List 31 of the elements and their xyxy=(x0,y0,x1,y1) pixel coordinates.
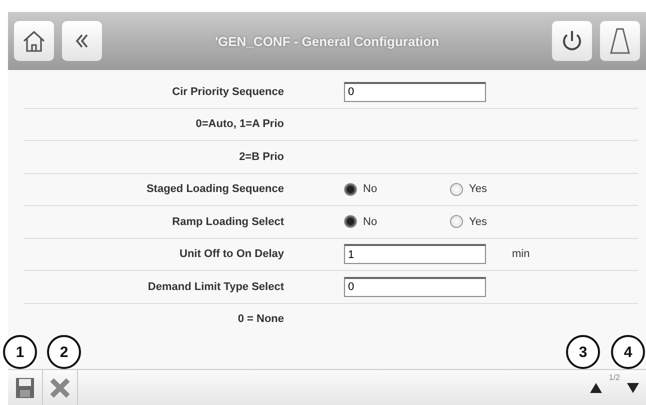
field-label: Staged Loading Sequence xyxy=(145,183,284,196)
input-field[interactable]: 0 xyxy=(344,82,486,102)
radio-button[interactable] xyxy=(450,182,463,196)
radio-label: No xyxy=(363,183,378,196)
power-icon xyxy=(560,29,584,53)
radio-button[interactable] xyxy=(344,182,357,196)
close-icon xyxy=(49,376,71,398)
triangle-up-icon xyxy=(590,382,602,392)
radio-label: Yes xyxy=(469,183,487,196)
radio-label: Yes xyxy=(469,216,487,228)
input-field[interactable]: 1 xyxy=(344,244,486,264)
triangle-down-icon xyxy=(627,382,639,392)
radio-button[interactable] xyxy=(344,215,357,228)
home-button[interactable] xyxy=(14,21,54,61)
home-icon xyxy=(21,28,47,54)
unit-label: min xyxy=(512,248,530,260)
input-field[interactable]: 0 xyxy=(344,276,486,297)
field-label: 2=B Prio xyxy=(238,150,284,163)
field-label: 0 = None xyxy=(236,313,284,326)
back-button[interactable] xyxy=(62,21,102,61)
alarm-button[interactable] xyxy=(600,21,640,61)
window-title: 'GEN_CONF - General Configuration xyxy=(214,34,440,48)
field-label: 0=Auto, 1=A Prio xyxy=(194,118,284,130)
field-label: Unit Off to On Delay xyxy=(178,248,284,260)
page-indicator: 1/2 xyxy=(608,373,620,382)
field-label: Cir Priority Sequence xyxy=(171,86,284,98)
power-button[interactable] xyxy=(552,21,592,61)
radio-label: No xyxy=(363,216,378,228)
field-label: Ramp Loading Select xyxy=(171,216,284,228)
field-label: Demand Limit Type Select xyxy=(146,280,284,293)
radio-button[interactable] xyxy=(450,215,463,228)
